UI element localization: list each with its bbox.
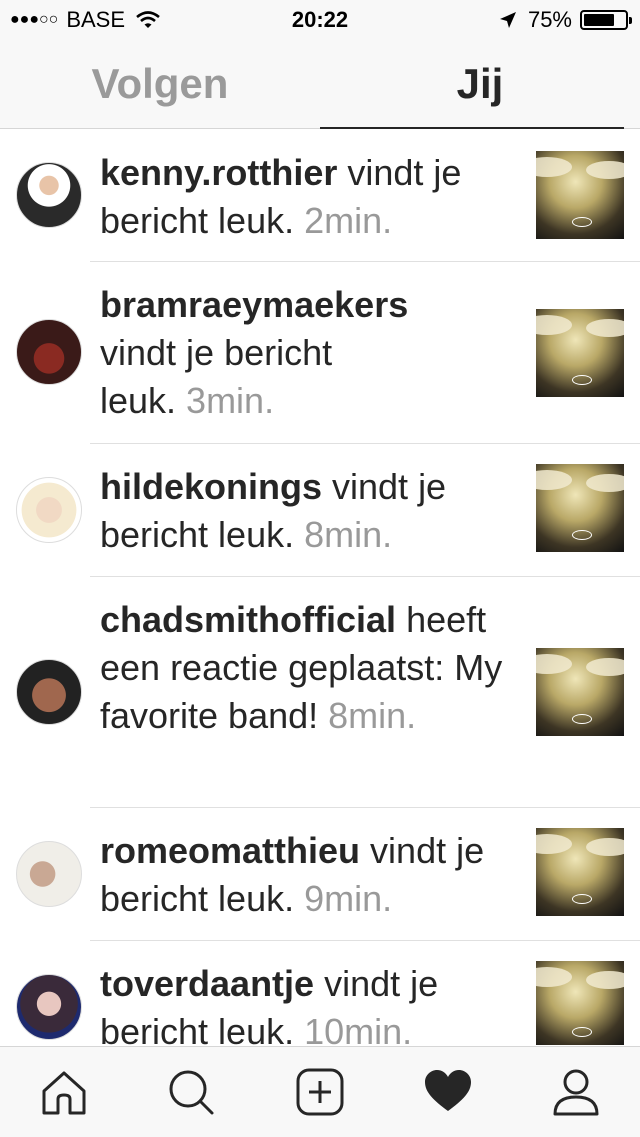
drum-logo bbox=[572, 894, 592, 904]
notification-row[interactable]: romeomatthieu vindt je bericht leuk. 9mi… bbox=[0, 808, 640, 941]
notification-row[interactable]: hildekonings vindt je bericht leuk. 8min… bbox=[0, 444, 640, 577]
battery-fill bbox=[584, 14, 614, 26]
username-link[interactable]: chadsmithofficial bbox=[100, 599, 396, 640]
username-link[interactable]: hildekonings bbox=[100, 466, 322, 507]
username-link[interactable]: toverdaantje bbox=[100, 963, 314, 1004]
notification-time: 10min. bbox=[304, 1011, 413, 1045]
username-link[interactable]: romeomatthieu bbox=[100, 830, 360, 871]
post-thumbnail[interactable] bbox=[536, 828, 624, 916]
avatar[interactable] bbox=[16, 841, 82, 907]
username-link[interactable]: kenny.rotthier bbox=[100, 152, 337, 193]
notification-time: 9min. bbox=[304, 878, 393, 919]
notification-text: bramraeymaekers vindt je bericht leuk. 3… bbox=[100, 281, 408, 425]
username-link[interactable]: bramraeymaekers bbox=[100, 284, 408, 325]
cymbal-shape bbox=[586, 838, 624, 856]
avatar[interactable] bbox=[16, 659, 82, 725]
cymbal-shape bbox=[586, 161, 624, 179]
drum-logo bbox=[572, 1027, 592, 1037]
tab-jij[interactable]: Jij bbox=[320, 40, 640, 128]
notification-time: 2min. bbox=[304, 200, 393, 241]
tab-volgen[interactable]: Volgen bbox=[0, 40, 320, 128]
battery-icon bbox=[580, 10, 632, 30]
cymbal-shape bbox=[536, 315, 572, 335]
cymbal-shape bbox=[586, 971, 624, 989]
post-thumbnail[interactable] bbox=[536, 464, 624, 552]
notification-text: chadsmithofficial heeft een reactie gepl… bbox=[100, 596, 510, 740]
search-icon[interactable] bbox=[166, 1067, 216, 1117]
cymbal-shape bbox=[536, 834, 572, 854]
drum-logo bbox=[572, 530, 592, 540]
notification-text: hildekonings vindt je bericht leuk. 8min… bbox=[100, 463, 510, 559]
notification-row[interactable]: kenny.rotthier vindt je bericht leuk. 2m… bbox=[0, 129, 640, 262]
notification-time: 3min. bbox=[186, 380, 275, 421]
notification-text: kenny.rotthier vindt je bericht leuk. 2m… bbox=[100, 149, 510, 245]
profile-icon[interactable] bbox=[551, 1067, 601, 1117]
cymbal-shape bbox=[586, 319, 624, 337]
location-arrow-icon bbox=[498, 10, 518, 30]
bottom-tab-bar bbox=[0, 1046, 640, 1137]
avatar[interactable] bbox=[16, 319, 82, 385]
avatar[interactable] bbox=[16, 477, 82, 543]
cymbal-shape bbox=[536, 967, 572, 987]
avatar[interactable] bbox=[16, 974, 82, 1040]
notification-row[interactable]: chadsmithofficial heeft een reactie gepl… bbox=[0, 577, 640, 808]
status-bar: ●●●○○ BASE 20:22 75% bbox=[0, 0, 640, 40]
battery-tip bbox=[629, 17, 632, 24]
post-thumbnail[interactable] bbox=[536, 648, 624, 736]
notification-time: 8min. bbox=[304, 514, 393, 555]
drum-logo bbox=[572, 217, 592, 227]
avatar[interactable] bbox=[16, 162, 82, 228]
add-post-icon[interactable] bbox=[295, 1067, 345, 1117]
activity-tabs: Volgen Jij bbox=[0, 40, 640, 129]
post-thumbnail[interactable] bbox=[536, 309, 624, 397]
notification-list[interactable]: kenny.rotthier vindt je bericht leuk. 2m… bbox=[0, 129, 640, 1045]
notification-text: romeomatthieu vindt je bericht leuk. 9mi… bbox=[100, 827, 510, 923]
notification-row[interactable]: bramraeymaekers vindt je bericht leuk. 3… bbox=[0, 262, 640, 444]
cymbal-shape bbox=[536, 157, 572, 177]
drum-logo bbox=[572, 714, 592, 724]
cymbal-shape bbox=[586, 658, 624, 676]
cymbal-shape bbox=[586, 474, 624, 492]
heart-icon[interactable] bbox=[423, 1067, 473, 1117]
notification-row[interactable]: toverdaantje vindt je bericht leuk. 10mi… bbox=[0, 941, 640, 1045]
post-thumbnail[interactable] bbox=[536, 151, 624, 239]
drum-logo bbox=[572, 375, 592, 385]
battery-percent: 75% bbox=[527, 7, 572, 32]
status-right: 75% bbox=[498, 7, 632, 33]
cymbal-shape bbox=[536, 470, 572, 490]
notification-time: 8min. bbox=[328, 695, 417, 736]
post-thumbnail[interactable] bbox=[536, 961, 624, 1045]
cymbal-shape bbox=[536, 654, 572, 674]
notification-text: toverdaantje vindt je bericht leuk. 10mi… bbox=[100, 960, 510, 1045]
home-icon[interactable] bbox=[39, 1067, 89, 1117]
